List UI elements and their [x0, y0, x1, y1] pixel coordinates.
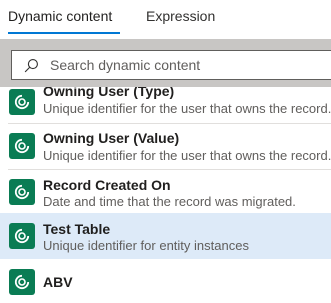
- search-area: [0, 39, 331, 87]
- item-description: Date and time that the record was migrat…: [43, 194, 296, 209]
- search-input[interactable]: [50, 51, 320, 79]
- dataverse-icon: [9, 89, 35, 115]
- tab-bar: Dynamic content Expression: [0, 0, 331, 36]
- dataverse-icon: [9, 133, 35, 159]
- search-box[interactable]: [11, 50, 331, 80]
- item-title: Record Created On: [43, 177, 171, 193]
- tab-expression[interactable]: Expression: [146, 8, 215, 36]
- dataverse-icon: [9, 269, 35, 295]
- item-description: Unique identifier for entity instances: [43, 238, 249, 253]
- item-title: Test Table: [43, 221, 111, 237]
- list-item-abv[interactable]: ABV: [0, 264, 331, 303]
- dataverse-icon: [9, 223, 35, 249]
- item-title: ABV: [43, 274, 73, 290]
- active-tab-indicator: [8, 32, 120, 34]
- list-item-owning-user-value[interactable]: Owning User (Value) Unique identifier fo…: [0, 124, 331, 170]
- list-item-test-table[interactable]: Test Table Unique identifier for entity …: [0, 213, 331, 259]
- item-title: Owning User (Type): [43, 87, 175, 99]
- dynamic-content-list: Owning User (Type) Unique identifier for…: [0, 87, 331, 303]
- dataverse-icon: [9, 179, 35, 205]
- list-item-record-created-on[interactable]: Record Created On Date and time that the…: [0, 170, 331, 212]
- item-description: Unique identifier for the user that owns…: [43, 101, 331, 116]
- search-icon: [24, 59, 38, 73]
- list-item-owning-user-type[interactable]: Owning User (Type) Unique identifier for…: [0, 87, 331, 124]
- item-description: Unique identifier for the user that owns…: [43, 148, 331, 163]
- item-title: Owning User (Value): [43, 130, 180, 146]
